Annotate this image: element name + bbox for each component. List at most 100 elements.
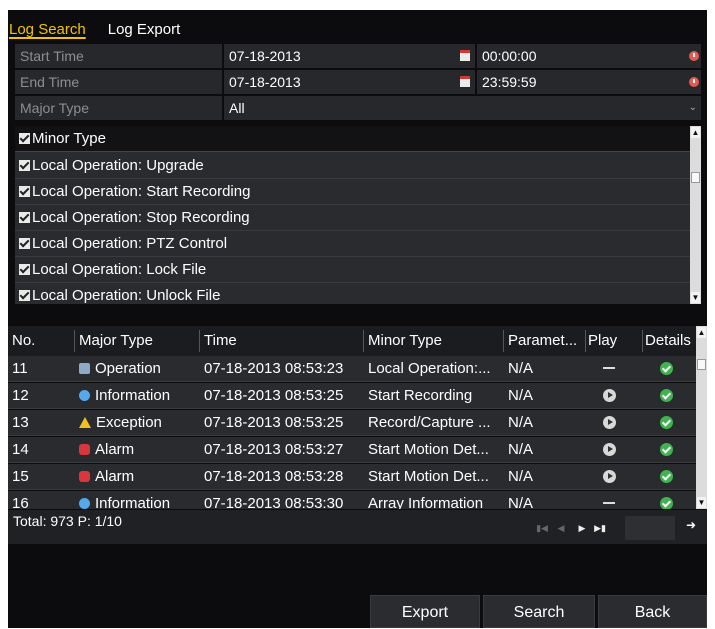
cell-major-type-label: Operation bbox=[95, 360, 161, 377]
tab-log-search[interactable]: Log Search bbox=[9, 21, 86, 38]
play-icon[interactable] bbox=[603, 389, 616, 402]
major-type-select[interactable]: All ⌄ bbox=[224, 96, 701, 120]
scroll-down-icon[interactable]: ▼ bbox=[691, 292, 700, 303]
calendar-icon[interactable] bbox=[460, 76, 470, 87]
cell-no: 12 bbox=[12, 387, 29, 404]
cell-parameter: N/A bbox=[508, 387, 534, 404]
first-page-icon[interactable]: ▮◀ bbox=[535, 521, 549, 535]
scroll-up-icon[interactable]: ▲ bbox=[697, 327, 706, 338]
cell-time: 07-18-2013 08:53:30 bbox=[204, 495, 344, 509]
start-date-field[interactable]: 07-18-2013 bbox=[224, 44, 475, 68]
end-date-field[interactable]: 07-18-2013 bbox=[224, 70, 475, 94]
cell-major-type: Information bbox=[79, 491, 197, 509]
end-time-value: 23:59:59 bbox=[482, 74, 537, 90]
information-icon bbox=[79, 498, 90, 509]
list-item-label: Local Operation: Lock File bbox=[32, 261, 207, 278]
checkbox-checked[interactable] bbox=[19, 160, 30, 171]
clock-icon[interactable] bbox=[689, 77, 699, 87]
play-icon[interactable] bbox=[603, 443, 616, 456]
go-arrow-icon[interactable]: ➜ bbox=[686, 518, 696, 532]
table-row[interactable]: 16 Information 07-18-2013 08:53:30 Array In… bbox=[8, 491, 696, 509]
scroll-thumb[interactable] bbox=[691, 172, 700, 183]
table-row[interactable]: 12 Information 07-18-2013 08:53:25 Start Re… bbox=[8, 383, 696, 409]
checkbox-checked[interactable] bbox=[19, 212, 30, 223]
cell-time: 07-18-2013 08:53:23 bbox=[204, 360, 344, 377]
scroll-thumb[interactable] bbox=[697, 359, 706, 370]
no-play-icon bbox=[603, 367, 615, 369]
checkbox-checked[interactable] bbox=[19, 186, 30, 197]
page-number-input[interactable] bbox=[625, 516, 675, 540]
pagination-bar: Total: 973 P: 1/10 ▮◀ ◀ ▶ ▶▮ ➜ bbox=[8, 510, 707, 544]
list-item[interactable]: Local Operation: Unlock File bbox=[15, 283, 692, 304]
list-item[interactable]: Local Operation: Lock File bbox=[15, 257, 692, 283]
major-type-value: All bbox=[229, 100, 245, 116]
exception-icon bbox=[79, 417, 91, 428]
cell-parameter: N/A bbox=[508, 495, 534, 509]
cell-no: 15 bbox=[12, 468, 29, 485]
minor-type-header[interactable]: Minor Type bbox=[15, 126, 692, 152]
scroll-up-icon[interactable]: ▲ bbox=[691, 127, 700, 138]
next-page-icon[interactable]: ▶ bbox=[575, 521, 589, 535]
export-button[interactable]: Export bbox=[370, 595, 480, 628]
cell-minor-type: Array Information bbox=[368, 495, 484, 509]
cell-major-type: Exception bbox=[79, 410, 197, 436]
table-row[interactable]: 11 Operation 07-18-2013 08:53:23 Local Oper… bbox=[8, 356, 696, 382]
list-item[interactable]: Local Operation: Upgrade bbox=[15, 153, 692, 179]
table-scrollbar[interactable]: ▲ ▼ bbox=[696, 326, 707, 509]
checkbox-checked[interactable] bbox=[19, 290, 30, 301]
table-body: 11 Operation 07-18-2013 08:53:23 Local Oper… bbox=[8, 326, 696, 509]
cell-major-type-label: Exception bbox=[96, 414, 162, 431]
prev-page-icon[interactable]: ◀ bbox=[554, 521, 568, 535]
start-time-field[interactable]: 00:00:00 bbox=[477, 44, 701, 68]
cell-details bbox=[660, 383, 690, 409]
checkbox-checked[interactable] bbox=[19, 238, 30, 249]
details-icon[interactable] bbox=[660, 416, 673, 429]
end-time-field[interactable]: 23:59:59 bbox=[477, 70, 701, 94]
alarm-icon bbox=[79, 444, 90, 455]
cell-play bbox=[603, 356, 633, 382]
cell-no: 14 bbox=[12, 441, 29, 458]
cell-time: 07-18-2013 08:53:25 bbox=[204, 387, 344, 404]
list-item-label: Local Operation: Upgrade bbox=[32, 157, 204, 174]
no-play-icon bbox=[603, 502, 615, 504]
list-item-label: Local Operation: Stop Recording bbox=[32, 209, 250, 226]
cell-play bbox=[603, 383, 633, 409]
play-icon[interactable] bbox=[603, 416, 616, 429]
list-item[interactable]: Local Operation: PTZ Control bbox=[15, 231, 692, 257]
details-icon[interactable] bbox=[660, 470, 673, 483]
end-time-row: End Time 07-18-2013 23:59:59 bbox=[15, 70, 701, 94]
cell-minor-type: Start Recording bbox=[368, 387, 473, 404]
checkbox-checked[interactable] bbox=[19, 133, 30, 144]
details-icon[interactable] bbox=[660, 389, 673, 402]
cell-parameter: N/A bbox=[508, 360, 534, 377]
list-item[interactable]: Local Operation: Start Recording bbox=[15, 179, 692, 205]
table-row[interactable]: 14 Alarm 07-18-2013 08:53:27 Start Motion D… bbox=[8, 437, 696, 463]
calendar-icon[interactable] bbox=[460, 50, 470, 61]
list-item[interactable]: Local Operation: Stop Recording bbox=[15, 205, 692, 231]
minor-list-scrollbar[interactable]: ▲ ▼ bbox=[690, 126, 701, 304]
clock-icon[interactable] bbox=[689, 51, 699, 61]
details-icon[interactable] bbox=[660, 362, 673, 375]
details-icon[interactable] bbox=[660, 443, 673, 456]
tab-log-export[interactable]: Log Export bbox=[108, 21, 181, 38]
scroll-down-icon[interactable]: ▼ bbox=[697, 497, 706, 508]
cell-major-type: Alarm bbox=[79, 464, 197, 490]
start-time-row: Start Time 07-18-2013 00:00:00 bbox=[15, 44, 701, 68]
cell-play bbox=[603, 437, 633, 463]
table-row[interactable]: 15 Alarm 07-18-2013 08:53:28 Start Motion D… bbox=[8, 464, 696, 490]
chevron-down-icon: ⌄ bbox=[688, 102, 697, 113]
major-type-label: Major Type bbox=[15, 96, 222, 120]
play-icon[interactable] bbox=[603, 470, 616, 483]
cell-major-type: Alarm bbox=[79, 437, 197, 463]
checkbox-checked[interactable] bbox=[19, 264, 30, 275]
minor-type-header-label: Minor Type bbox=[32, 130, 106, 147]
back-button[interactable]: Back bbox=[598, 595, 707, 628]
cell-details bbox=[660, 464, 690, 490]
search-button[interactable]: Search bbox=[483, 595, 595, 628]
cell-major-type: Information bbox=[79, 383, 197, 409]
table-row[interactable]: 13 Exception 07-18-2013 08:53:25 Record/Cap… bbox=[8, 410, 696, 436]
cell-details bbox=[660, 437, 690, 463]
last-page-icon[interactable]: ▶▮ bbox=[593, 521, 607, 535]
cell-play bbox=[603, 491, 633, 509]
details-icon[interactable] bbox=[660, 497, 673, 509]
